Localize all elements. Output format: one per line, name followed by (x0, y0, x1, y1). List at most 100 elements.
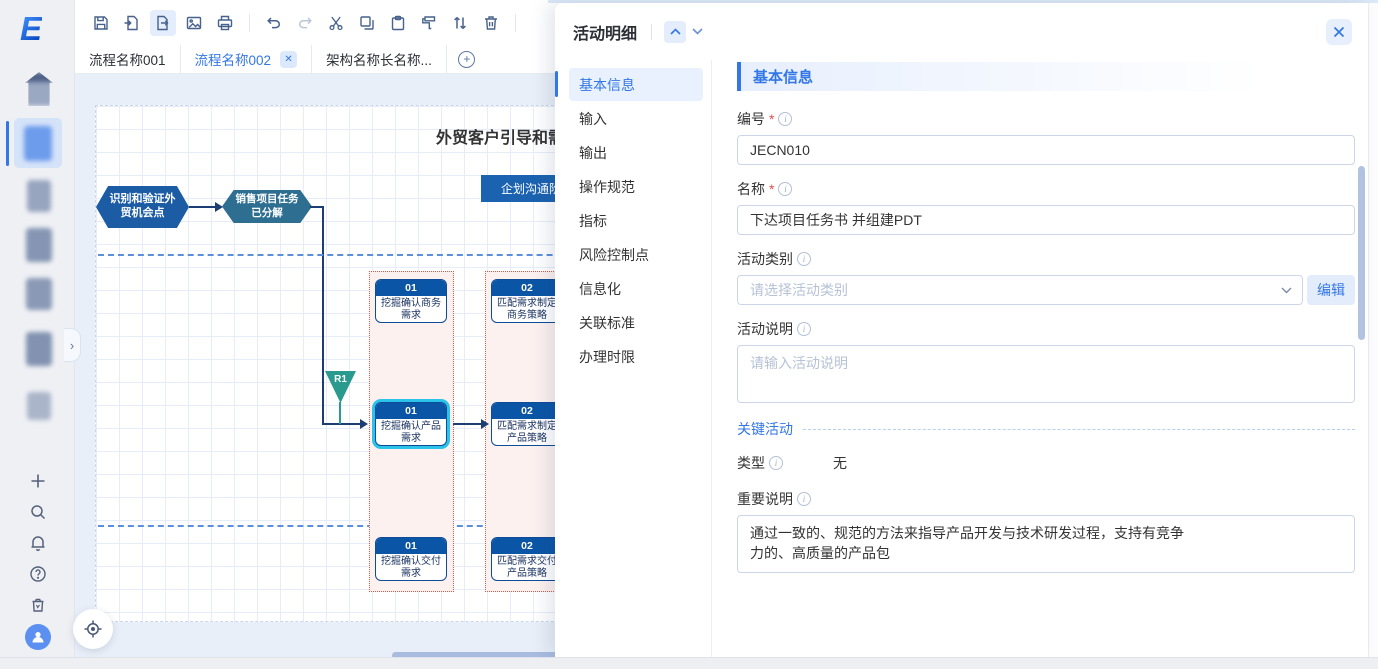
nav-basic-info[interactable]: 基本信息 (569, 68, 703, 101)
tab-label: 架构名称长名称... (326, 49, 432, 69)
bell-icon[interactable] (26, 531, 50, 555)
nav-operation-spec[interactable]: 操作规范 (569, 170, 703, 203)
connector-line (453, 423, 483, 425)
sidebar-expand-handle[interactable]: › (64, 328, 81, 362)
app-logo: E (20, 10, 42, 48)
box-number: 02 (492, 403, 562, 419)
process-box[interactable]: 01 挖掘确认商务需求 (375, 279, 447, 323)
swap-button[interactable] (447, 10, 473, 36)
type-label: 类型 (737, 453, 765, 473)
arrowhead-icon (481, 419, 489, 429)
sidebar-item-icon[interactable] (26, 278, 52, 310)
nav-input[interactable]: 输入 (569, 102, 703, 135)
box-label: 匹配需求制定产品策略 (492, 419, 562, 446)
connector-line (339, 402, 341, 424)
print-button[interactable] (212, 10, 238, 36)
add-icon[interactable] (26, 469, 50, 493)
paste-button[interactable] (385, 10, 411, 36)
nav-indicator[interactable]: 指标 (569, 204, 703, 237)
toolbar-divider (249, 14, 250, 32)
chevron-up-icon[interactable] (664, 21, 686, 43)
connector-line (322, 423, 362, 425)
tab-process-002[interactable]: 流程名称002 ✕ (181, 45, 313, 73)
nav-informatization[interactable]: 信息化 (569, 272, 703, 305)
cut-button[interactable] (323, 10, 349, 36)
arrowhead-icon (215, 202, 223, 212)
add-tab-button[interactable]: + (447, 45, 487, 73)
desc-label: 活动说明 i (737, 319, 1355, 339)
nav-related-standard[interactable]: 关联标准 (569, 306, 703, 339)
nav-output[interactable]: 输出 (569, 136, 703, 169)
delete-button[interactable] (478, 10, 504, 36)
toolbar-divider (515, 14, 516, 32)
type-value: 无 (833, 453, 847, 473)
connector-line (322, 206, 324, 425)
search-icon[interactable] (26, 500, 50, 524)
info-icon: i (797, 492, 811, 506)
select-placeholder: 请选择活动类别 (750, 280, 848, 300)
required-asterisk: * (769, 181, 774, 197)
sidebar-selected-indicator (6, 121, 9, 166)
sidebar-item-icon[interactable] (26, 228, 52, 262)
redo-button[interactable] (292, 10, 318, 36)
box-number: 01 (376, 538, 446, 554)
export-image-button[interactable] (181, 10, 207, 36)
box-number: 02 (492, 538, 562, 554)
process-box-selected[interactable]: 01 挖掘确认产品需求 (375, 402, 447, 446)
section-title: 基本信息 (753, 66, 813, 87)
info-icon: i (797, 322, 811, 336)
name-label: 名称 * i (737, 179, 1355, 199)
box-number: 01 (376, 403, 446, 419)
process-box[interactable]: 01 挖掘确认交付需求 (375, 537, 447, 581)
code-input[interactable] (737, 135, 1355, 165)
box-number: 02 (492, 280, 562, 296)
sidebar-home-icon[interactable] (25, 72, 53, 106)
panel-content: 基本信息 编号 * i 名称 * i 活动类别 i (712, 60, 1368, 658)
event-hexagon[interactable]: 识别和验证外贸机会点 (96, 186, 189, 228)
nav-risk-control[interactable]: 风险控制点 (569, 238, 703, 271)
sidebar-item-icon[interactable] (27, 180, 51, 212)
copy-button[interactable] (354, 10, 380, 36)
format-brush-button[interactable] (416, 10, 442, 36)
recycle-bin-icon[interactable] (26, 593, 50, 617)
undo-button[interactable] (261, 10, 287, 36)
connector-line (189, 206, 216, 208)
panel-scrollbar[interactable] (1358, 166, 1365, 340)
dashed-divider (803, 429, 1355, 430)
nav-time-limit[interactable]: 办理时限 (569, 340, 703, 373)
tab-architecture[interactable]: 架构名称长名称... (312, 45, 447, 73)
save-button[interactable] (88, 10, 114, 36)
export-file-button[interactable] (150, 10, 176, 36)
event-hexagon[interactable]: 销售项目任务已分解 (222, 190, 312, 223)
plus-circle-icon: + (458, 51, 475, 68)
arrowhead-icon (360, 419, 368, 429)
tab-process-001[interactable]: 流程名称001 (75, 45, 181, 73)
edit-button[interactable]: 编辑 (1307, 275, 1355, 305)
sidebar-item-icon[interactable] (26, 332, 52, 366)
risk-point-r1[interactable]: R1 (325, 371, 356, 403)
desc-textarea[interactable] (737, 345, 1355, 403)
info-icon: i (769, 456, 783, 470)
import-file-button[interactable] (119, 10, 145, 36)
name-input[interactable] (737, 205, 1355, 235)
help-icon[interactable] (26, 562, 50, 586)
process-box[interactable]: 02 匹配需求交付产品策略 (491, 537, 563, 581)
status-bar (0, 657, 1378, 669)
chevron-down-icon[interactable] (686, 21, 708, 43)
important-label: 重要说明 i (737, 489, 1355, 509)
tab-close-icon[interactable]: ✕ (280, 51, 297, 68)
important-textarea[interactable]: 通过一致的、规范的方法来指导产品开发与技术研发过程，支持有竞争 力的、高质量的产… (737, 515, 1355, 573)
close-icon[interactable] (1326, 19, 1352, 45)
process-box[interactable]: 02 匹配需求制定产品策略 (491, 402, 563, 446)
process-box[interactable]: 02 匹配需求制定商务策略 (491, 279, 563, 323)
locate-button[interactable] (73, 609, 113, 649)
panel-header: 活动明细 (555, 3, 1368, 60)
panel-title: 活动明细 (573, 20, 637, 44)
sidebar-item-icon[interactable] (27, 392, 51, 420)
sidebar-selected-icon (24, 126, 52, 161)
box-label: 挖掘确认产品需求 (376, 419, 446, 446)
app-window: E (0, 0, 1378, 669)
category-select[interactable]: 请选择活动类别 (737, 275, 1303, 305)
user-avatar[interactable] (25, 624, 51, 650)
box-label: 匹配需求制定商务策略 (492, 296, 562, 323)
